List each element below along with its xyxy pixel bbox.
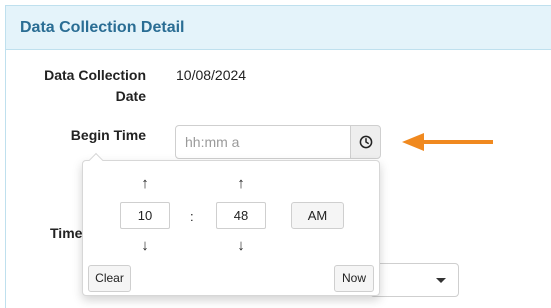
begin-time-input[interactable]: hh:mm a: [175, 125, 351, 159]
arrow-left-icon: [402, 133, 493, 151]
hour-decrement-button[interactable]: ↓: [135, 238, 155, 254]
date-value: 10/08/2024: [176, 67, 247, 83]
minute-increment-button[interactable]: ↑: [231, 176, 251, 192]
caret-down-icon: [436, 278, 446, 283]
time-picker-button[interactable]: [350, 125, 381, 159]
panel-title: Data Collection Detail: [20, 19, 185, 36]
time-separator: :: [190, 209, 194, 224]
clock-icon: [359, 135, 372, 149]
begin-time-label: Begin Time: [70, 127, 146, 143]
now-button[interactable]: Now: [334, 265, 374, 292]
time-picker-popup: ↑ ↑ 10 : 48 AM ↓ ↓ Clear Now: [82, 152, 380, 296]
minute-decrement-button[interactable]: ↓: [231, 238, 251, 254]
panel-header: Data Collection Detail: [6, 6, 551, 50]
time-label-partial: Time: [50, 225, 83, 241]
time-select[interactable]: [370, 263, 459, 297]
minute-input[interactable]: 48: [216, 202, 266, 229]
hour-input[interactable]: 10: [120, 202, 170, 229]
meridiem-toggle-button[interactable]: AM: [291, 202, 344, 229]
date-label-line2: Date: [115, 88, 146, 104]
clear-button[interactable]: Clear: [88, 265, 131, 292]
hour-increment-button[interactable]: ↑: [135, 176, 155, 192]
date-label-line1: Data Collection: [44, 67, 146, 83]
